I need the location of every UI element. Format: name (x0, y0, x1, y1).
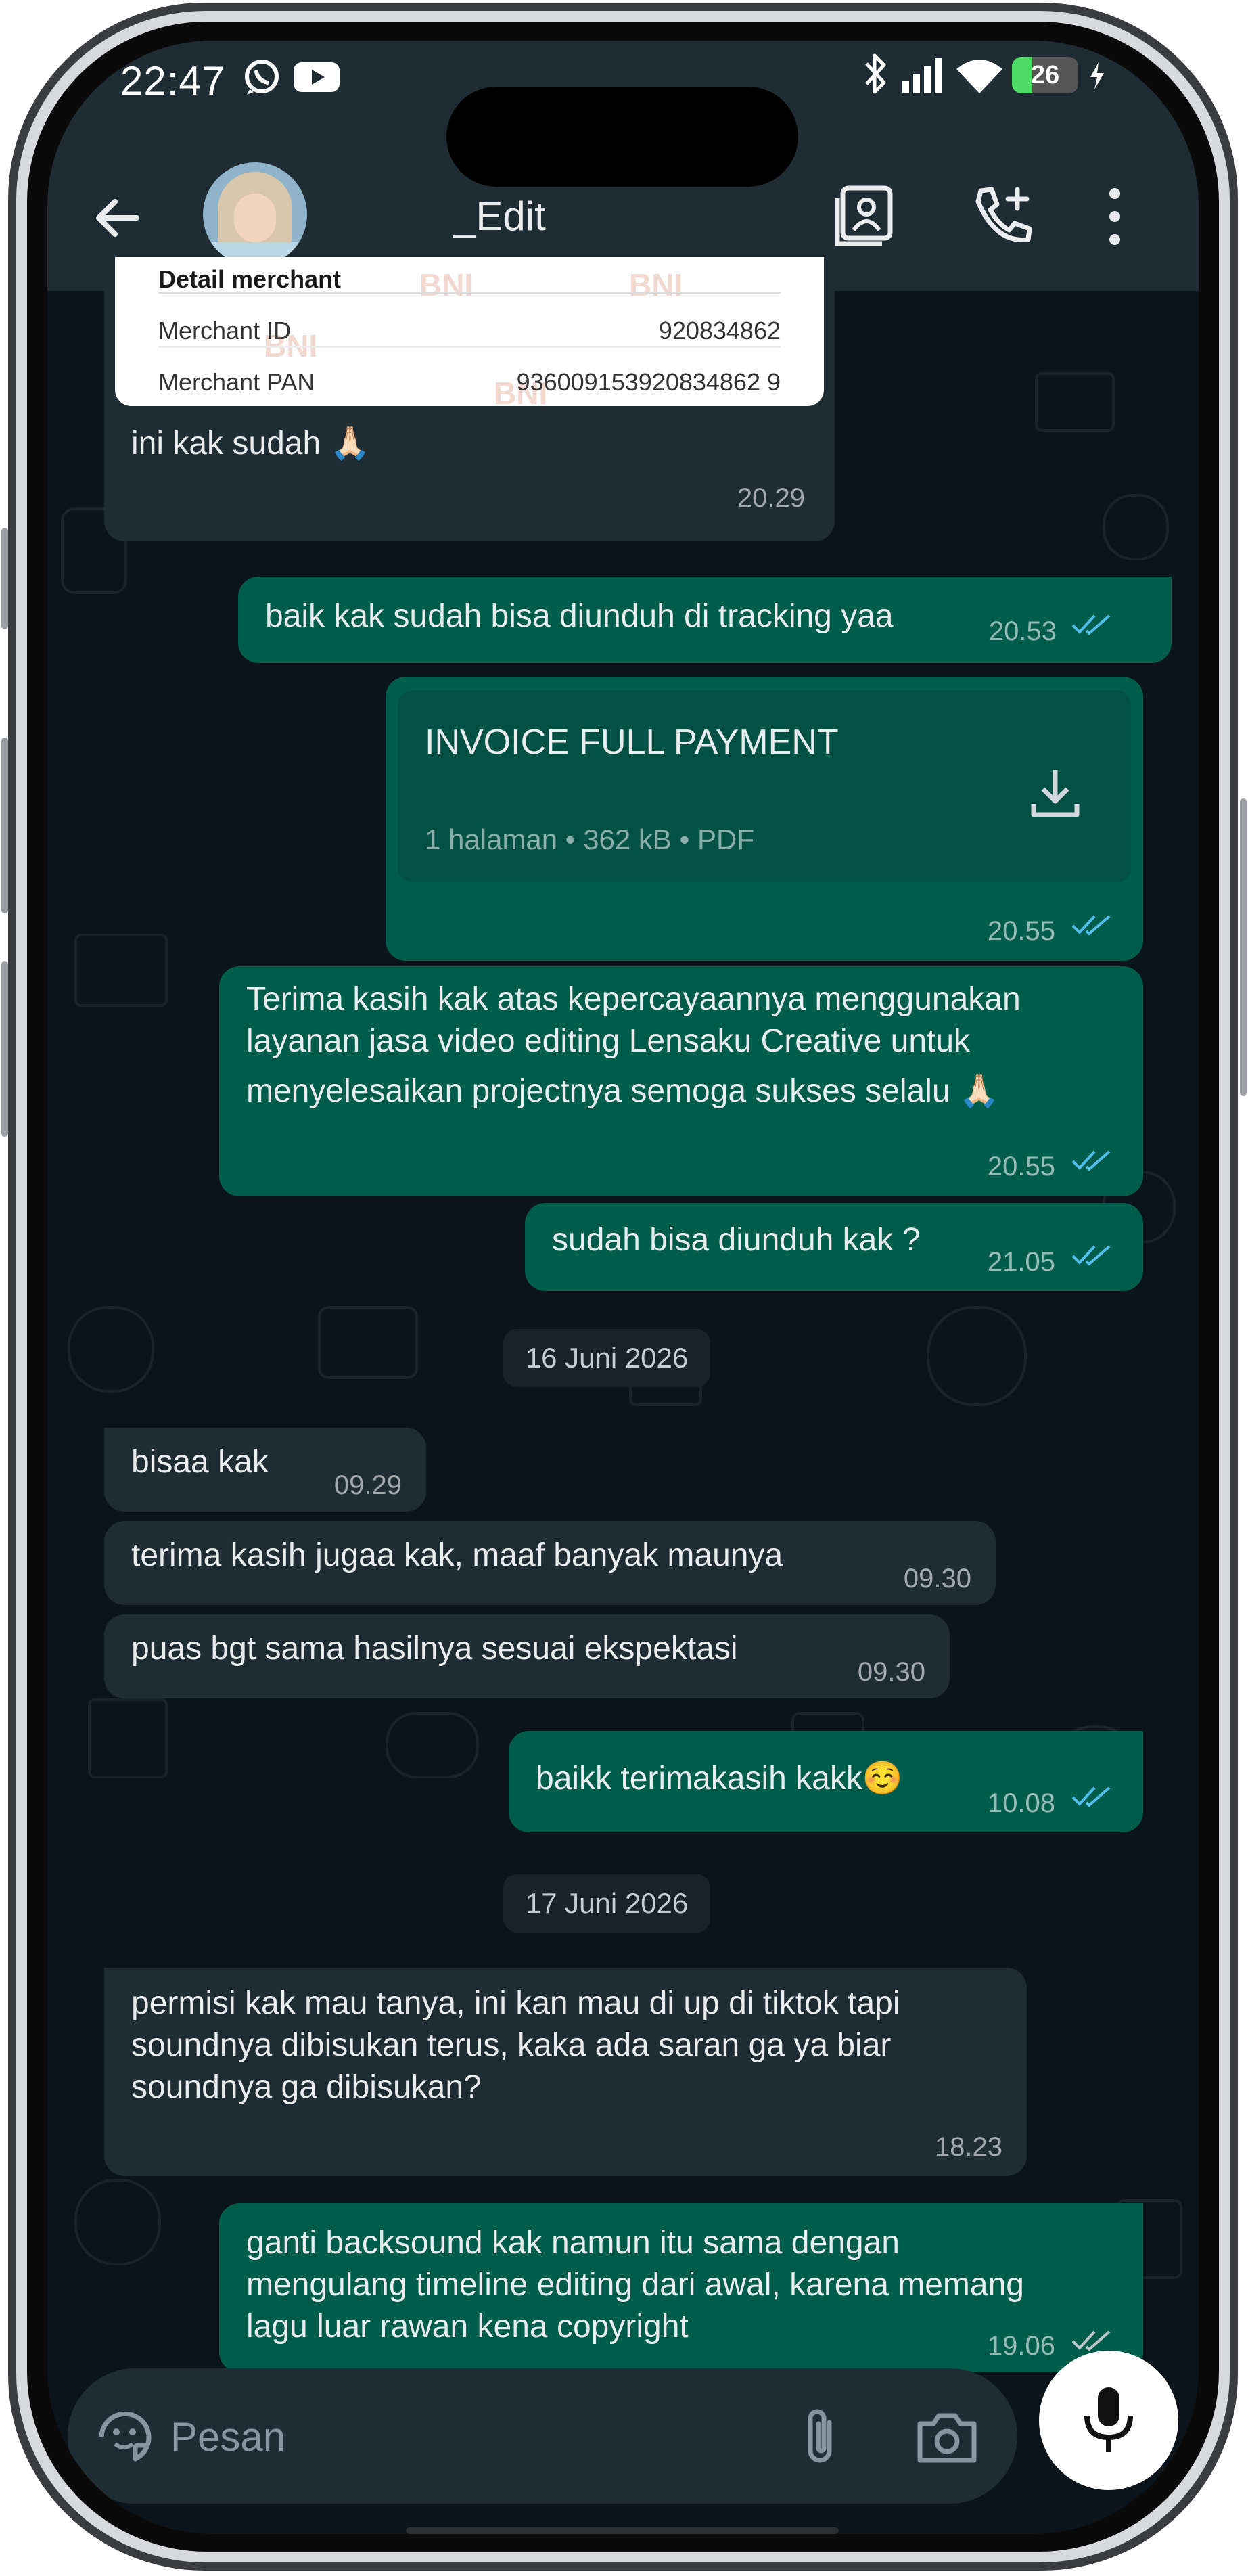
message-incoming-image[interactable]: BNI BNI BNI BNI Detail merchant Merchant… (104, 257, 835, 541)
message-text: puas bgt sama hasilnya sesuai ekspektasi (131, 1631, 738, 1667)
status-time: 22:47 (120, 58, 226, 104)
phone-power-button (1240, 798, 1247, 1096)
contact-card-icon[interactable] (831, 181, 898, 249)
message-time: 09.30 (903, 1564, 971, 1594)
message-time: 20.53 (988, 616, 1057, 646)
charging-icon (1089, 61, 1105, 91)
message-time: 10.08 (987, 1788, 1055, 1818)
message-line: soundnya ga dibisukan? (131, 2069, 482, 2105)
receipt-section-title: Detail merchant (158, 265, 342, 293)
read-ticks-icon (1071, 613, 1113, 636)
read-ticks-icon (1071, 1149, 1113, 1172)
message-text: baik kak sudah bisa diunduh di tracking … (265, 598, 894, 634)
message-time: 20.29 (737, 483, 805, 513)
message-text: ini kak sudah 🙏🏻 (131, 426, 371, 461)
whatsapp-icon (240, 55, 283, 99)
receipt-watermark: BNI (419, 267, 473, 302)
message-incoming[interactable]: bisaa kak 09.29 (104, 1428, 426, 1512)
wifi-icon (954, 55, 1005, 96)
message-text: terima kasih jugaa kak, maaf banyak maun… (131, 1537, 783, 1573)
contact-name[interactable]: _Edit (453, 183, 546, 250)
camera-icon[interactable] (915, 2406, 979, 2467)
message-line: permisi kak mau tanya, ini kan mau di up… (131, 1985, 900, 2021)
message-line: Terima kasih kak atas kepercayaannya men… (246, 981, 1021, 1017)
message-text: sudah bisa diunduh kak ? (552, 1222, 921, 1258)
document-name: INVOICE FULL PAYMENT (425, 723, 839, 762)
phone-volume-up (1, 738, 8, 913)
phone-volume-down (1, 961, 8, 1137)
phone-side-button (1, 528, 8, 629)
message-time: 19.06 (987, 2331, 1055, 2361)
receipt-divider (158, 346, 781, 348)
message-outgoing[interactable]: Terima kasih kak atas kepercayaannya men… (219, 966, 1143, 1196)
screen: 22:47 26 _Edit BNI BNI BNI BNI Detail me… (47, 41, 1199, 2534)
date-separator: 16 Juni 2026 (503, 1329, 710, 1387)
document-meta: 1 halaman • 362 kB • PDF (425, 823, 754, 855)
battery-level: 26 (1030, 61, 1060, 89)
message-time: 20.55 (987, 916, 1055, 946)
youtube-icon (292, 58, 341, 96)
message-outgoing[interactable]: baik kak sudah bisa diunduh di tracking … (238, 577, 1172, 663)
mic-button[interactable] (1039, 2351, 1178, 2490)
message-line: ganti backsound kak namun itu sama denga… (246, 2225, 900, 2261)
message-time: 09.29 (333, 1470, 402, 1500)
home-indicator[interactable] (406, 2527, 839, 2534)
message-line: mengulang timeline editing dari awal, ka… (246, 2267, 1024, 2303)
back-arrow-icon[interactable] (89, 189, 146, 246)
document-card[interactable]: INVOICE FULL PAYMENT 1 halaman • 362 kB … (398, 690, 1131, 882)
download-icon[interactable] (1027, 765, 1084, 821)
add-call-icon[interactable] (969, 181, 1036, 249)
read-ticks-icon (1071, 1785, 1113, 1808)
message-line: layanan jasa video editing Lensaku Creat… (246, 1023, 971, 1059)
message-line: soundnya dibisukan terus, kaka ada saran… (131, 2027, 892, 2063)
message-outgoing[interactable]: ganti backsound kak namun itu sama denga… (219, 2203, 1143, 2372)
message-time: 20.55 (987, 1152, 1055, 1181)
receipt-divider (158, 292, 781, 294)
receipt-row-value: 936009153920834862 9 (516, 368, 781, 396)
bluetooth-icon (862, 50, 889, 97)
message-line: menyelesaikan projectnya semoga sukses s… (246, 1073, 1000, 1109)
message-outgoing[interactable]: baikk terimakasih kakk☺️ 10.08 (509, 1731, 1143, 1832)
receipt-image[interactable]: BNI BNI BNI BNI Detail merchant Merchant… (115, 257, 824, 406)
delivered-ticks-icon (1071, 2329, 1113, 2352)
message-text: bisaa kak (131, 1444, 269, 1480)
message-time: 09.30 (857, 1657, 925, 1687)
more-vert-icon[interactable] (1101, 184, 1128, 249)
message-outgoing[interactable]: sudah bisa diunduh kak ? 21.05 (525, 1203, 1143, 1291)
message-outgoing-document[interactable]: INVOICE FULL PAYMENT 1 halaman • 362 kB … (386, 677, 1143, 961)
mic-icon (1080, 2385, 1137, 2456)
sticker-icon[interactable] (95, 2406, 156, 2467)
attach-icon[interactable] (797, 2405, 844, 2470)
receipt-row-label: Merchant ID (158, 317, 292, 344)
dynamic-island (446, 87, 798, 187)
message-text: baikk terimakasih kakk☺️ (536, 1761, 903, 1797)
message-time: 18.23 (934, 2132, 1002, 2162)
message-incoming[interactable]: puas bgt sama hasilnya sesuai ekspektasi… (104, 1614, 950, 1698)
receipt-row-value: 920834862 (658, 317, 781, 344)
signal-icon (901, 57, 943, 95)
message-line: lagu luar rawan kena copyright (246, 2309, 689, 2345)
message-input[interactable] (169, 2409, 686, 2464)
battery-icon: 26 (1012, 57, 1078, 93)
read-ticks-icon (1071, 913, 1113, 936)
message-incoming[interactable]: terima kasih jugaa kak, maaf banyak maun… (104, 1521, 996, 1605)
message-time: 21.05 (987, 1247, 1055, 1277)
message-composer (68, 2368, 1017, 2504)
read-ticks-icon (1071, 1244, 1113, 1267)
receipt-watermark: BNI (629, 267, 683, 302)
receipt-row-label: Merchant PAN (158, 368, 315, 396)
avatar[interactable] (203, 162, 307, 267)
date-separator: 17 Juni 2026 (503, 1874, 710, 1933)
message-incoming[interactable]: permisi kak mau tanya, ini kan mau di up… (104, 1968, 1027, 2176)
